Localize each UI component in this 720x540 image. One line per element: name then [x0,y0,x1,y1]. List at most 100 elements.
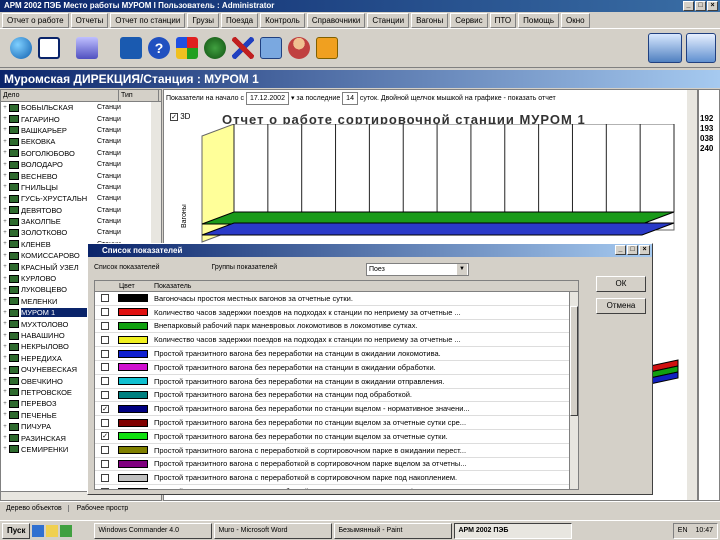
indicator-checkbox[interactable] [101,294,109,303]
expand-icon[interactable]: + [1,230,9,236]
menu-item-9[interactable]: Сервис [450,12,488,28]
color-swatch[interactable] [118,294,148,303]
close-button[interactable]: × [707,1,718,11]
indicator-checkbox[interactable] [101,363,109,372]
expand-icon[interactable]: + [1,446,9,452]
indicator-row[interactable]: Вагоночасы простоя местных вагонов за от… [95,292,578,306]
indicator-checkbox[interactable]: ✓ [101,404,109,413]
date-input[interactable]: 17.12.2002 [245,92,289,105]
window-icon[interactable] [38,37,60,59]
expand-icon[interactable]: + [1,105,9,111]
station-item[interactable]: + ГУСЬ-ХРУСТАЛЬН Станци [1,193,161,204]
indicator-checkbox[interactable]: ✓ [101,432,109,441]
indicator-checkbox[interactable] [101,335,109,344]
indicator-row[interactable]: Количество часов задержки поездов на под… [95,333,578,348]
grid-scrollbar[interactable] [569,292,578,489]
indicator-row[interactable]: Простой транзитного вагона без переработ… [95,416,578,430]
expand-icon[interactable]: + [1,435,9,441]
language-indicator[interactable]: EN [678,527,688,534]
indicator-row[interactable]: Простой транзитного вагона с переработко… [95,444,578,458]
users-icon[interactable] [288,37,310,59]
expand-icon[interactable]: + [1,196,9,202]
color-swatch[interactable] [118,308,148,317]
expand-icon[interactable]: + [1,412,9,418]
report-scrollbar[interactable] [687,90,697,500]
expand-icon[interactable]: + [1,424,9,430]
expand-icon[interactable]: + [1,287,9,293]
menu-item-5[interactable]: Контроль [260,12,305,28]
maximize-button[interactable]: □ [695,1,706,11]
globe-icon[interactable] [10,37,32,59]
network-globe-icon[interactable] [204,37,226,59]
indicator-row[interactable]: ✓ Простой транзитного вагона без перерабо… [95,430,578,444]
expand-icon[interactable]: + [1,253,9,259]
column-header-indicator[interactable]: Показатель [151,281,191,291]
color-swatch[interactable] [118,459,148,468]
expand-icon[interactable]: + [1,389,9,395]
exit-icon[interactable] [316,37,338,59]
calendar-icon[interactable]: ▾ [291,95,295,102]
quick-launch-ie-icon[interactable] [32,524,45,537]
indicator-row[interactable]: Количество часов задержки поездов на под… [95,306,578,320]
station-item[interactable]: + БОГОЛЮБОВО Станци [1,148,161,159]
computers-icon[interactable] [260,37,282,59]
expand-icon[interactable]: + [1,139,9,145]
tools-icon[interactable] [232,37,254,59]
export-icon[interactable] [76,37,98,59]
expand-icon[interactable]: + [1,127,9,133]
menu-item-1[interactable]: Отчеты [70,12,109,28]
station-item[interactable]: + ЗАКОЛПЬЕ Станци [1,216,161,227]
indicator-checkbox[interactable] [101,487,109,489]
quick-launch-folder-icon[interactable] [46,524,59,537]
dialog-maximize-button[interactable]: □ [627,245,638,255]
expand-icon[interactable]: + [1,264,9,270]
indicator-checkbox[interactable] [101,446,109,455]
expand-icon[interactable]: + [1,333,9,339]
indicator-checkbox[interactable] [101,349,109,358]
color-swatch[interactable] [118,487,148,489]
expand-icon[interactable]: + [1,321,9,327]
indicator-checkbox[interactable] [101,459,109,468]
color-swatch[interactable] [118,377,148,386]
menu-item-7[interactable]: Станции [367,12,410,28]
minimize-button[interactable]: _ [683,1,694,11]
menu-item-2[interactable]: Отчет по станции [110,12,186,28]
start-button[interactable]: Пуск [2,522,31,539]
indicator-checkbox[interactable] [101,308,109,317]
indicator-row[interactable]: ✓ Простой транзитного вагона без перерабо… [95,402,578,417]
task-word[interactable]: Muro - Microsoft Word [214,522,333,539]
indicator-row[interactable]: Внепарковый рабочий парк маневровых локо… [95,320,578,334]
color-swatch[interactable] [118,418,148,427]
expand-icon[interactable]: + [1,150,9,156]
indicator-checkbox[interactable] [101,377,109,386]
indicator-row[interactable]: Простой транзитного вагона с переработко… [95,485,578,489]
menu-item-0[interactable]: Отчет о работе [2,12,69,28]
expand-icon[interactable]: + [1,367,9,373]
color-swatch[interactable] [118,446,148,455]
station-item[interactable]: + БЕКОВКА Станци [1,136,161,147]
indicator-checkbox[interactable] [101,390,109,399]
indicator-row[interactable]: Простой транзитного вагона с переработко… [95,458,578,472]
task-windows-commander[interactable]: Windows Commander 4.0 [94,522,213,539]
menu-item-10[interactable]: ПТО [489,12,517,28]
ok-button[interactable]: ОК [596,276,646,292]
station-item[interactable]: + ГАГАРИНО Станци [1,113,161,124]
report-chart[interactable]: Вагоны [172,124,684,244]
dialog-minimize-button[interactable]: _ [615,245,626,255]
task-arm-2002[interactable]: АРМ 2002 ПЭБ [454,522,573,539]
column-header-color[interactable]: Цвет [115,281,151,291]
expand-icon[interactable]: + [1,162,9,168]
menu-item-3[interactable]: Грузы [187,12,219,28]
menu-item-4[interactable]: Поезда [221,12,259,28]
windows-logo-icon[interactable] [176,37,198,59]
quick-launch-desktop-icon[interactable] [60,524,73,537]
indicator-checkbox[interactable] [101,321,109,330]
book-icon[interactable] [120,37,142,59]
expand-icon[interactable]: + [1,116,9,122]
expand-icon[interactable]: + [1,344,9,350]
station-item[interactable]: + ЗОЛОТКОВО Станци [1,227,161,238]
color-swatch[interactable] [118,432,148,441]
indicator-row[interactable]: Простой транзитного вагона без переработ… [95,361,578,375]
station-item[interactable]: + ГНИЛЬЦЫ Станци [1,182,161,193]
station-item[interactable]: + ВОЛОДАРО Станци [1,159,161,170]
